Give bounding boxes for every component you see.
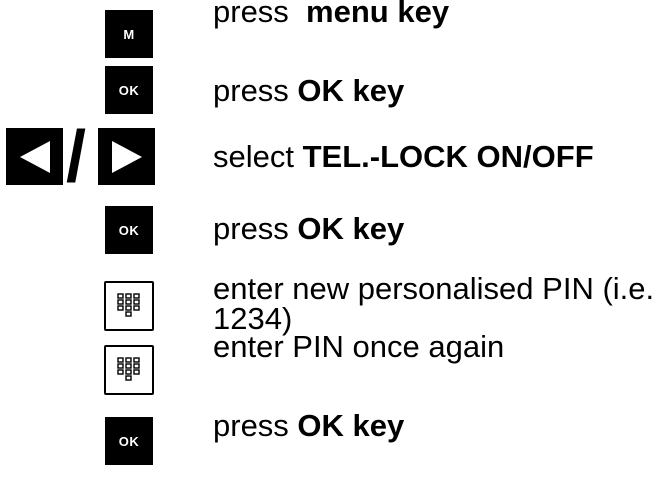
keypad-icon [104, 281, 154, 331]
right-arrow-key-icon [98, 128, 155, 185]
ok-key-icon: OK [105, 206, 153, 254]
left-arrow-key-icon [6, 128, 63, 185]
ok-key-icon: OK [105, 66, 153, 114]
step-3-text: select TEL.-LOCK ON/OFF [213, 139, 594, 174]
step-1-text: press menu key [213, 0, 450, 29]
left-triangle-icon [19, 140, 50, 173]
keypad-icon [104, 345, 154, 395]
ok-key-icon: OK [105, 417, 153, 465]
step-2-text: press OK key [213, 73, 405, 108]
step-4-text: press OK key [213, 211, 405, 246]
step-6-text: enter PIN once again [213, 329, 505, 364]
arrow-separator: / [66, 117, 87, 197]
right-triangle-icon [111, 140, 142, 173]
step-7-text: press OK key [213, 408, 405, 443]
menu-key-icon: M [105, 10, 153, 58]
keypad-grid-icon [117, 357, 140, 381]
keypad-grid-icon [117, 293, 140, 317]
